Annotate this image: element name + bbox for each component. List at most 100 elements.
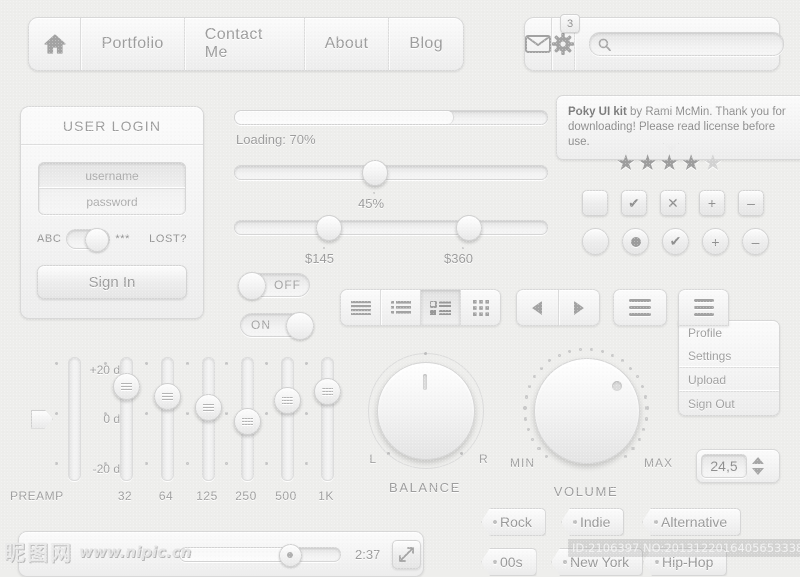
tag-dot xyxy=(493,560,497,564)
balance-knob[interactable] xyxy=(377,362,475,460)
star-2[interactable]: ★ xyxy=(638,152,658,174)
volume-scale-dot xyxy=(628,366,632,370)
toggle-off[interactable]: OFF xyxy=(238,272,310,300)
eq-band-1K-track[interactable] xyxy=(321,357,334,481)
checkbox-empty[interactable] xyxy=(582,190,608,216)
star-4[interactable]: ★ xyxy=(681,152,701,174)
balance-scale-dot xyxy=(386,452,390,456)
password-input[interactable]: password xyxy=(39,188,185,214)
single-slider-handle[interactable] xyxy=(362,160,389,186)
username-input[interactable]: username xyxy=(39,163,185,188)
prev-button[interactable] xyxy=(517,290,559,325)
progress-fill xyxy=(235,111,455,124)
checkbox-close[interactable]: ✕ xyxy=(660,190,686,216)
nav-item-portfolio[interactable]: Portfolio xyxy=(81,18,185,70)
player-scrubber-handle[interactable] xyxy=(278,543,302,567)
nav-item-home[interactable] xyxy=(29,18,82,70)
eq-band-64-track[interactable] xyxy=(161,357,174,481)
sign-in-button[interactable]: Sign In xyxy=(37,265,187,299)
eq-tick xyxy=(305,362,308,365)
watermark-id: ID:2106397 NO:20131220164056533387 xyxy=(568,539,800,557)
radio-selected[interactable] xyxy=(622,228,649,255)
nav-label: Contact Me xyxy=(204,26,263,61)
search-container xyxy=(575,32,798,56)
nav-label: Portfolio xyxy=(101,35,164,52)
volume-scale-dot xyxy=(528,384,532,389)
balance-min-label: L xyxy=(369,452,377,466)
spinner-value[interactable]: 24,5 xyxy=(701,454,747,478)
preamp-handle[interactable] xyxy=(31,409,53,429)
radio-minus[interactable]: – xyxy=(742,228,769,255)
tag-label: 00s xyxy=(500,554,523,570)
search-field[interactable] xyxy=(589,32,784,56)
view-list-button[interactable] xyxy=(341,290,381,325)
view-grid-button[interactable] xyxy=(461,290,500,325)
eq-band-250-handle[interactable] xyxy=(234,408,261,436)
volume-scale-dot xyxy=(531,438,535,442)
checkbox-plus[interactable]: + xyxy=(699,190,725,216)
dropdown-item-settings[interactable]: Settings xyxy=(679,344,779,367)
star-5[interactable]: ★ xyxy=(703,152,723,174)
fullscreen-button[interactable] xyxy=(392,539,422,569)
star-3[interactable]: ★ xyxy=(659,152,679,174)
next-button[interactable] xyxy=(559,290,600,325)
tag-dot xyxy=(654,520,658,524)
range-slider-track[interactable] xyxy=(234,220,548,235)
preamp-track[interactable] xyxy=(68,357,81,481)
radio-plus[interactable]: + xyxy=(702,228,729,255)
dropdown-item-sign-out[interactable]: Sign Out xyxy=(679,391,779,415)
radio-check[interactable]: ✔ xyxy=(662,228,689,255)
volume-scale-dot xyxy=(623,455,627,459)
radio-empty[interactable] xyxy=(582,228,609,255)
eq-band-32-handle[interactable] xyxy=(113,372,140,400)
lost-password-link[interactable]: LOST? xyxy=(149,233,187,245)
spinner-down-button[interactable] xyxy=(752,468,764,475)
eq-band-125-handle[interactable] xyxy=(195,393,222,421)
nav-label: About xyxy=(324,35,369,52)
nav-item-contact-me[interactable]: Contact Me xyxy=(185,18,305,70)
toggle-on[interactable]: ON xyxy=(240,312,314,340)
checkbox-row: ✔ ✕ + – xyxy=(582,190,764,216)
volume-scale-dot xyxy=(533,375,537,379)
eq-band-500-handle[interactable] xyxy=(274,387,301,415)
volume-scale-dot xyxy=(557,353,561,357)
dropdown-toggle-button[interactable] xyxy=(678,289,729,326)
star-rating[interactable]: ★ ★ ★ ★ ★ xyxy=(616,152,723,174)
volume-scale-dot xyxy=(524,395,528,399)
eq-band-1K-handle[interactable] xyxy=(314,378,341,406)
tag-rock[interactable]: Rock xyxy=(481,508,546,536)
checkbox-check[interactable]: ✔ xyxy=(621,190,647,216)
nav-item-about[interactable]: About xyxy=(305,18,390,70)
eq-band-500-track[interactable] xyxy=(281,357,294,481)
tag-dot xyxy=(573,520,577,524)
single-slider-track[interactable] xyxy=(234,165,548,180)
balance-scale-dot xyxy=(423,351,427,355)
mail-button[interactable] xyxy=(525,18,552,70)
toggle-left-label: ABC xyxy=(37,233,62,245)
checkbox-minus[interactable]: – xyxy=(738,190,764,216)
view-bullets-button[interactable] xyxy=(381,290,421,325)
tag-indie[interactable]: Indie xyxy=(561,508,625,536)
range-slider-handle-high[interactable] xyxy=(456,215,482,241)
search-input[interactable] xyxy=(616,36,775,52)
triangle-right-icon xyxy=(573,300,584,315)
nav-item-blog[interactable]: Blog xyxy=(389,18,463,70)
spinner-up-button[interactable] xyxy=(752,457,764,464)
password-visibility-toggle[interactable] xyxy=(66,228,111,252)
eq-tick xyxy=(225,362,228,365)
eq-band-64-handle[interactable] xyxy=(154,383,181,411)
tag-00s[interactable]: 00s xyxy=(481,548,537,576)
tooltip-title: Poky UI kit xyxy=(568,106,627,118)
eq-tick xyxy=(55,362,58,365)
view-detail-button[interactable] xyxy=(421,290,461,325)
volume-knob[interactable] xyxy=(534,358,640,464)
range-slider-handle-low[interactable] xyxy=(315,215,342,241)
eq-tick xyxy=(186,462,189,465)
hamburger-icon xyxy=(629,299,651,316)
eq-tick xyxy=(145,412,148,415)
eq-tick xyxy=(145,462,148,465)
tag-alternative[interactable]: Alternative xyxy=(642,508,742,536)
dropdown-item-upload[interactable]: Upload xyxy=(679,367,779,391)
star-1[interactable]: ★ xyxy=(616,152,636,174)
menu-button[interactable] xyxy=(613,289,667,326)
